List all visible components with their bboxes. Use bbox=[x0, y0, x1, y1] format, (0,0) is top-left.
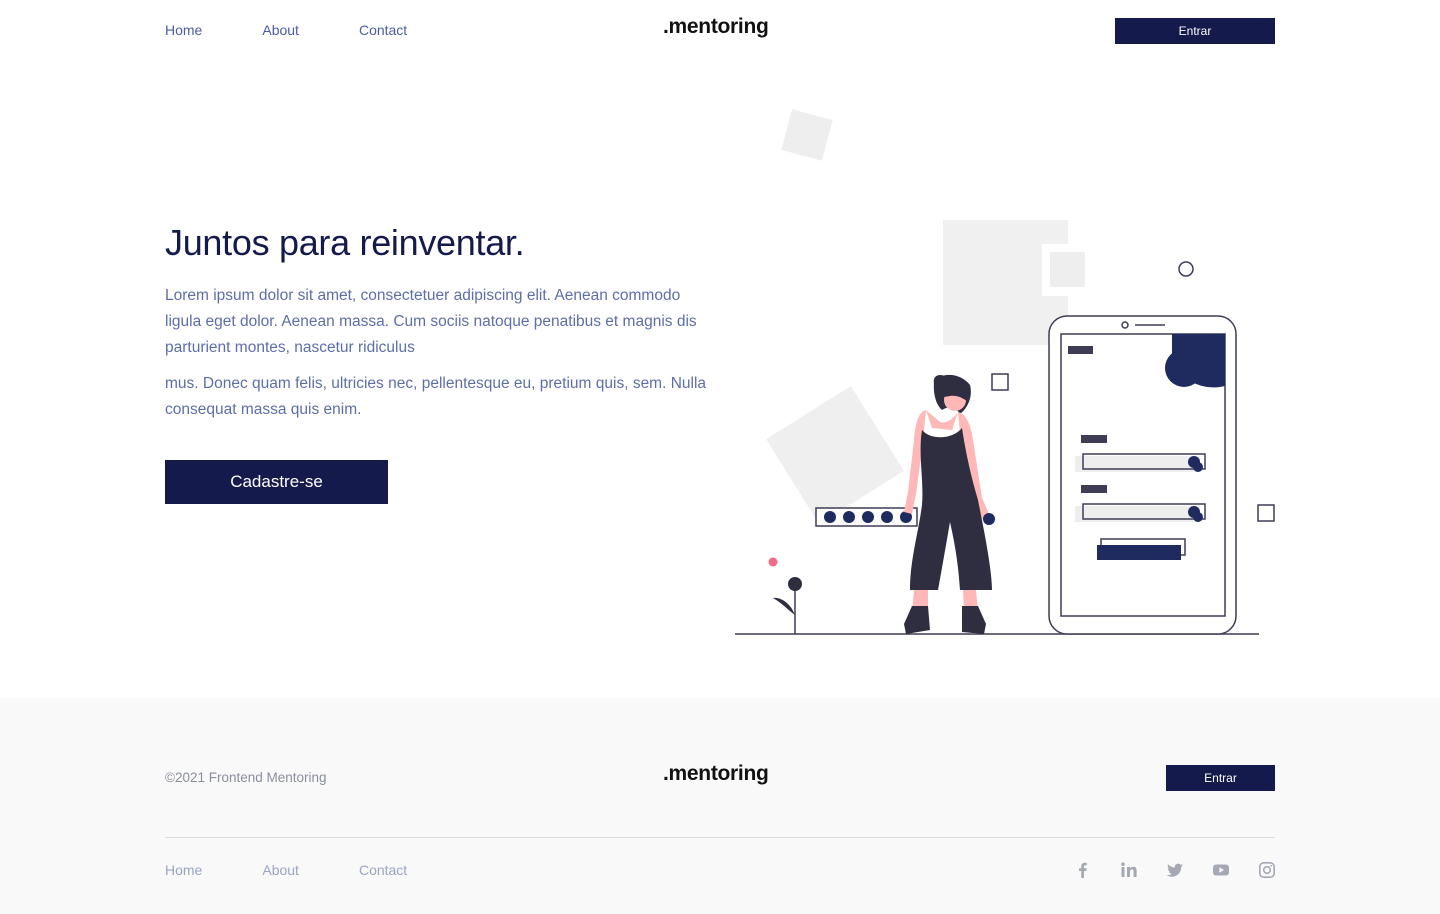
main-nav: Home About Contact bbox=[165, 22, 467, 38]
copyright-text: ©2021 Frontend Mentoring bbox=[165, 770, 327, 785]
footer-logo[interactable]: .mentoring bbox=[663, 762, 769, 786]
hero-paragraph: Lorem ipsum dolor sit amet, consectetuer… bbox=[165, 287, 697, 356]
footer-nav-contact-link[interactable]: Contact bbox=[359, 862, 407, 878]
pink-dot bbox=[768, 557, 778, 567]
footer-nav-about-link[interactable]: About bbox=[262, 862, 299, 878]
site-logo[interactable]: .mentoring bbox=[663, 15, 769, 39]
facebook-icon[interactable] bbox=[1073, 860, 1093, 880]
hero-paragraph-continued: mus. Donec quam felis, ultricies nec, pe… bbox=[165, 375, 707, 418]
signup-button[interactable]: Cadastre-se bbox=[165, 460, 388, 504]
nav-home-link[interactable]: Home bbox=[165, 22, 202, 38]
site-footer: ©2021 Frontend Mentoring .mentoring Entr… bbox=[0, 698, 1440, 914]
nav-about-link[interactable]: About bbox=[262, 22, 299, 38]
twitter-icon[interactable] bbox=[1165, 860, 1185, 880]
deco-diamond bbox=[766, 386, 904, 524]
youtube-icon[interactable] bbox=[1211, 860, 1231, 880]
deco-square-outline-1 bbox=[991, 373, 1009, 391]
hero-illustration bbox=[735, 109, 1275, 635]
deco-square-inner bbox=[1050, 252, 1085, 287]
instagram-icon[interactable] bbox=[1257, 860, 1277, 880]
deco-square-outline-2 bbox=[1257, 504, 1275, 522]
linkedin-icon[interactable] bbox=[1119, 860, 1139, 880]
nav-contact-link[interactable]: Contact bbox=[359, 22, 407, 38]
hero-title: Juntos para reinventar. bbox=[165, 222, 525, 263]
footer-nav: Home About Contact bbox=[165, 862, 467, 878]
footer-nav-home-link[interactable]: Home bbox=[165, 862, 202, 878]
footer-login-button[interactable]: Entrar bbox=[1166, 765, 1275, 791]
plant-leaf bbox=[773, 597, 795, 615]
deco-square-small bbox=[781, 109, 833, 161]
deco-circle-outline bbox=[1178, 261, 1194, 277]
woman-figure bbox=[904, 374, 995, 634]
footer-divider bbox=[165, 837, 1275, 838]
login-button[interactable]: Entrar bbox=[1115, 18, 1275, 44]
site-header: Home About Contact .mentoring Entrar bbox=[0, 0, 1440, 62]
plant-flower bbox=[788, 577, 802, 591]
